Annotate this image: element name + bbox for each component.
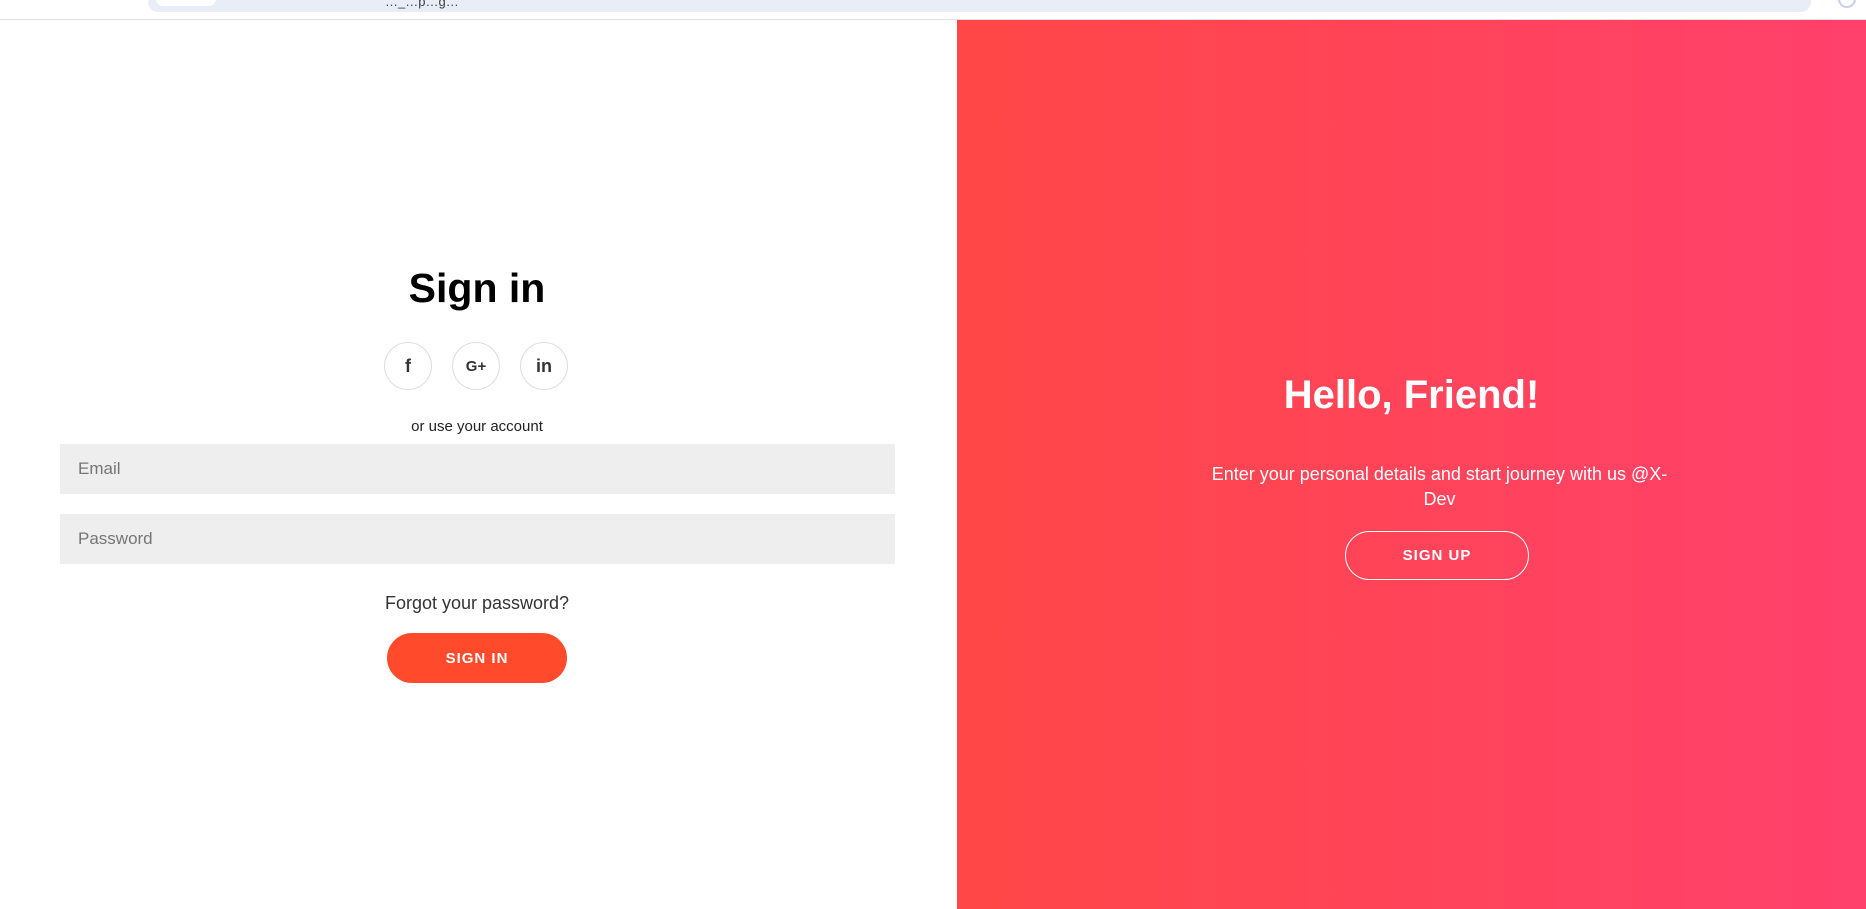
profile-icon[interactable]	[1838, 0, 1856, 8]
forgot-password-link[interactable]: Forgot your password?	[0, 593, 954, 614]
use-account-text: or use your account	[411, 418, 543, 435]
linkedin-icon: in	[536, 356, 552, 376]
email-field[interactable]	[60, 444, 895, 494]
signin-panel: Sign in f G+ in or use your account Forg…	[0, 20, 957, 909]
auth-container: Sign in f G+ in or use your account Forg…	[0, 20, 1866, 909]
google-plus-icon: G+	[465, 357, 487, 375]
browser-toolbar: …_…p…g…	[0, 0, 1866, 20]
sign-in-button[interactable]: SIGN IN	[387, 633, 567, 683]
password-field[interactable]	[60, 514, 895, 564]
linkedin-login-button[interactable]: in	[520, 342, 568, 390]
facebook-icon: f	[405, 356, 411, 376]
overlay-title: Hello, Friend!	[1283, 373, 1540, 417]
overlay-description: Enter your personal details and start jo…	[1211, 464, 1668, 509]
social-login-row: f G+ in	[384, 342, 570, 392]
google-login-button[interactable]: G+	[452, 342, 500, 390]
welcome-overlay-panel: Hello, Friend! Enter your personal detai…	[957, 20, 1866, 909]
signin-title: Sign in	[408, 265, 546, 311]
address-text[interactable]: …_…p…g…	[385, 0, 459, 9]
site-info-chip[interactable]	[156, 0, 216, 6]
sign-up-button[interactable]: SIGN UP	[1345, 531, 1529, 580]
facebook-login-button[interactable]: f	[384, 342, 432, 390]
